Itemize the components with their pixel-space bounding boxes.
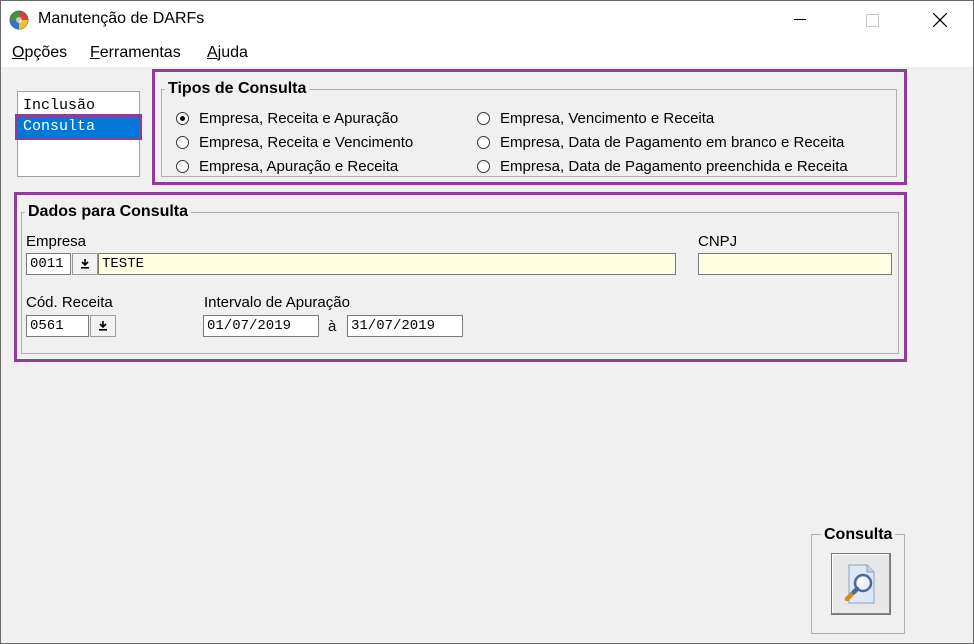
intervalo-label: Intervalo de Apuração [204,294,350,311]
cnpj-input[interactable] [698,253,892,275]
download-arrow-icon [99,321,107,331]
minimize-button[interactable] [777,1,823,39]
radio-unchecked-icon [477,111,490,125]
mode-item-consulta[interactable]: Consulta [15,114,142,140]
cnpj-label: CNPJ [698,233,738,250]
menu-opcoes[interactable]: Opções [12,44,67,62]
radio-empresa-vencimento-receita[interactable]: Empresa, Vencimento e Receita [477,108,714,128]
window-title: Manutenção de DARFs [38,10,205,27]
radio-checked-icon [176,111,189,125]
radio-unchecked-icon [477,159,490,173]
date-from-input[interactable]: 01/07/2019 [203,315,319,337]
radio-unchecked-icon [176,135,189,149]
maximize-button [849,1,895,39]
minimize-icon [794,19,806,20]
magnifier-document-icon [844,564,875,604]
dados-title: Dados para Consulta [25,203,192,221]
app-icon [9,10,29,30]
consulta-title: Consulta [821,526,896,544]
receita-code-input[interactable]: 0561 [26,315,89,337]
radio-data-pagamento-preenchida[interactable]: Empresa, Data de Pagamento preenchida e … [477,156,848,176]
receita-dropdown-button[interactable] [90,315,116,337]
radio-empresa-apuracao-receita[interactable]: Empresa, Apuração e Receita [176,156,398,176]
title-bar: Manutenção de DARFs [1,1,973,39]
mode-list[interactable]: Inclusão Consulta [15,91,142,177]
menu-bar: Opções Ferramentas Ajuda [1,39,973,67]
radio-unchecked-icon [176,159,189,173]
radio-unchecked-icon [477,135,490,149]
empresa-label: Empresa [26,233,87,250]
empresa-code-input[interactable]: 0011 [26,253,71,275]
empresa-name-input[interactable]: TESTE [98,253,676,275]
mode-item-inclusao[interactable]: Inclusão [18,96,139,116]
receita-label: Cód. Receita [26,294,113,311]
date-separator: à [328,318,337,335]
maximize-icon [865,13,879,27]
download-arrow-icon [81,259,89,269]
menu-ferramentas[interactable]: Ferramentas [90,44,181,62]
date-to-input[interactable]: 31/07/2019 [347,315,463,337]
radio-data-pagamento-branco[interactable]: Empresa, Data de Pagamento em branco e R… [477,132,844,152]
menu-ajuda[interactable]: Ajuda [207,44,248,62]
tipos-title: Tipos de Consulta [165,80,310,98]
close-icon [933,13,947,27]
consulta-button[interactable] [831,553,891,615]
radio-empresa-receita-vencimento[interactable]: Empresa, Receita e Vencimento [176,132,413,152]
empresa-dropdown-button[interactable] [72,253,98,275]
main-window: Manutenção de DARFs Opções Ferramentas A… [0,0,974,644]
radio-empresa-receita-apuracao[interactable]: Empresa, Receita e Apuração [176,108,398,128]
close-button[interactable] [917,1,963,39]
